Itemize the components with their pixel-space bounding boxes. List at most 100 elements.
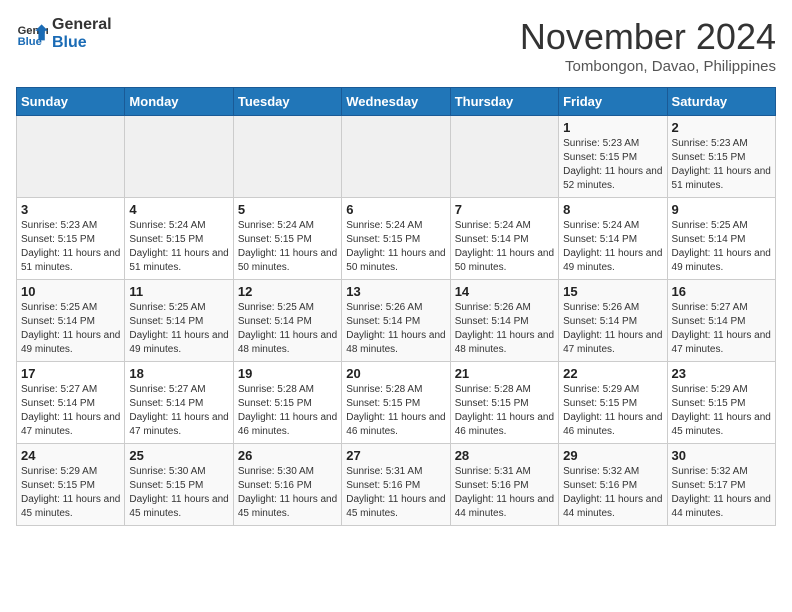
day-info: Sunrise: 5:28 AM Sunset: 5:15 PM Dayligh… [455, 383, 554, 439]
calendar-cell [17, 116, 125, 198]
calendar-cell: 5 Sunrise: 5:24 AM Sunset: 5:15 PM Daylig… [233, 198, 341, 280]
day-info: Sunrise: 5:31 AM Sunset: 5:16 PM Dayligh… [346, 465, 445, 521]
calendar-cell: 23Sunrise: 5:29 AM Sunset: 5:15 PM Dayli… [667, 362, 775, 444]
calendar-cell: 24Sunrise: 5:29 AM Sunset: 5:15 PM Dayli… [17, 444, 125, 526]
day-number: 18 [129, 366, 228, 381]
calendar-cell: 9 Sunrise: 5:25 AM Sunset: 5:14 PM Daylig… [667, 198, 775, 280]
day-number: 22 [563, 366, 662, 381]
day-number: 8 [563, 202, 662, 217]
day-info: Sunrise: 5:24 AM Sunset: 5:15 PM Dayligh… [238, 219, 337, 275]
calendar-cell: 7 Sunrise: 5:24 AM Sunset: 5:14 PM Daylig… [450, 198, 558, 280]
day-info: Sunrise: 5:28 AM Sunset: 5:15 PM Dayligh… [238, 383, 337, 439]
day-number: 21 [455, 366, 554, 381]
calendar-cell: 10 Sunrise: 5:25 AM Sunset: 5:14 PM Dayli… [17, 280, 125, 362]
calendar-table: SundayMondayTuesdayWednesdayThursdayFrid… [16, 87, 776, 526]
day-info: Sunrise: 5:26 AM Sunset: 5:14 PM Dayligh… [455, 301, 554, 357]
location-subtitle: Tombongon, Davao, Philippines [520, 58, 776, 75]
day-info: Sunrise: 5:32 AM Sunset: 5:17 PM Dayligh… [672, 465, 771, 521]
day-info: Sunrise: 5:25 AM Sunset: 5:14 PM Dayligh… [129, 301, 228, 357]
day-info: Sunrise: 5:26 AM Sunset: 5:14 PM Dayligh… [563, 301, 662, 357]
calendar-cell: 22 Sunrise: 5:29 AM Sunset: 5:15 PM Dayli… [559, 362, 667, 444]
calendar-header-row: SundayMondayTuesdayWednesdayThursdayFrid… [17, 88, 776, 116]
day-number: 26 [238, 448, 337, 463]
calendar-cell: 25 Sunrise: 5:30 AM Sunset: 5:15 PM Dayli… [125, 444, 233, 526]
calendar-cell: 13Sunrise: 5:26 AM Sunset: 5:14 PM Dayli… [342, 280, 450, 362]
day-number: 29 [563, 448, 662, 463]
day-info: Sunrise: 5:30 AM Sunset: 5:16 PM Dayligh… [238, 465, 337, 521]
day-info: Sunrise: 5:25 AM Sunset: 5:14 PM Dayligh… [21, 301, 120, 357]
day-number: 3 [21, 202, 120, 217]
calendar-cell: 2 Sunrise: 5:23 AM Sunset: 5:15 PM Daylig… [667, 116, 775, 198]
calendar-cell: 29 Sunrise: 5:32 AM Sunset: 5:16 PM Dayli… [559, 444, 667, 526]
day-number: 4 [129, 202, 228, 217]
calendar-week-row: 3 Sunrise: 5:23 AM Sunset: 5:15 PM Daylig… [17, 198, 776, 280]
calendar-cell [450, 116, 558, 198]
calendar-cell [233, 116, 341, 198]
day-info: Sunrise: 5:32 AM Sunset: 5:16 PM Dayligh… [563, 465, 662, 521]
calendar-cell: 26 Sunrise: 5:30 AM Sunset: 5:16 PM Dayli… [233, 444, 341, 526]
day-number: 2 [672, 120, 771, 135]
calendar-cell [125, 116, 233, 198]
calendar-week-row: 17Sunrise: 5:27 AM Sunset: 5:14 PM Dayli… [17, 362, 776, 444]
day-number: 15 [563, 284, 662, 299]
calendar-cell: 20 Sunrise: 5:28 AM Sunset: 5:15 PM Dayli… [342, 362, 450, 444]
day-number: 25 [129, 448, 228, 463]
calendar-cell: 27Sunrise: 5:31 AM Sunset: 5:16 PM Dayli… [342, 444, 450, 526]
day-info: Sunrise: 5:28 AM Sunset: 5:15 PM Dayligh… [346, 383, 445, 439]
day-number: 13 [346, 284, 445, 299]
day-number: 1 [563, 120, 662, 135]
day-number: 19 [238, 366, 337, 381]
day-number: 10 [21, 284, 120, 299]
day-number: 5 [238, 202, 337, 217]
day-number: 6 [346, 202, 445, 217]
day-number: 30 [672, 448, 771, 463]
day-number: 17 [21, 366, 120, 381]
calendar-cell: 19 Sunrise: 5:28 AM Sunset: 5:15 PM Dayli… [233, 362, 341, 444]
logo: General Blue General Blue [16, 16, 112, 51]
weekday-header-monday: Monday [125, 88, 233, 116]
calendar-cell: 3 Sunrise: 5:23 AM Sunset: 5:15 PM Daylig… [17, 198, 125, 280]
day-info: Sunrise: 5:23 AM Sunset: 5:15 PM Dayligh… [563, 137, 662, 193]
day-info: Sunrise: 5:29 AM Sunset: 5:15 PM Dayligh… [563, 383, 662, 439]
day-number: 9 [672, 202, 771, 217]
calendar-cell: 8 Sunrise: 5:24 AM Sunset: 5:14 PM Daylig… [559, 198, 667, 280]
day-info: Sunrise: 5:30 AM Sunset: 5:15 PM Dayligh… [129, 465, 228, 521]
weekday-header-friday: Friday [559, 88, 667, 116]
day-number: 14 [455, 284, 554, 299]
calendar-cell: 15 Sunrise: 5:26 AM Sunset: 5:14 PM Dayli… [559, 280, 667, 362]
calendar-cell: 12 Sunrise: 5:25 AM Sunset: 5:14 PM Dayli… [233, 280, 341, 362]
calendar-cell: 1 Sunrise: 5:23 AM Sunset: 5:15 PM Daylig… [559, 116, 667, 198]
day-info: Sunrise: 5:27 AM Sunset: 5:14 PM Dayligh… [672, 301, 771, 357]
day-info: Sunrise: 5:24 AM Sunset: 5:14 PM Dayligh… [455, 219, 554, 275]
day-info: Sunrise: 5:29 AM Sunset: 5:15 PM Dayligh… [21, 465, 120, 521]
day-number: 16 [672, 284, 771, 299]
day-info: Sunrise: 5:24 AM Sunset: 5:14 PM Dayligh… [563, 219, 662, 275]
weekday-header-saturday: Saturday [667, 88, 775, 116]
day-number: 12 [238, 284, 337, 299]
day-info: Sunrise: 5:24 AM Sunset: 5:15 PM Dayligh… [129, 219, 228, 275]
day-info: Sunrise: 5:23 AM Sunset: 5:15 PM Dayligh… [672, 137, 771, 193]
day-number: 28 [455, 448, 554, 463]
weekday-header-thursday: Thursday [450, 88, 558, 116]
calendar-week-row: 1 Sunrise: 5:23 AM Sunset: 5:15 PM Daylig… [17, 116, 776, 198]
calendar-cell: 21 Sunrise: 5:28 AM Sunset: 5:15 PM Dayli… [450, 362, 558, 444]
day-info: Sunrise: 5:23 AM Sunset: 5:15 PM Dayligh… [21, 219, 120, 275]
logo-icon: General Blue [16, 18, 48, 50]
weekday-header-tuesday: Tuesday [233, 88, 341, 116]
day-number: 20 [346, 366, 445, 381]
calendar-cell: 28 Sunrise: 5:31 AM Sunset: 5:16 PM Dayli… [450, 444, 558, 526]
calendar-cell: 6Sunrise: 5:24 AM Sunset: 5:15 PM Daylig… [342, 198, 450, 280]
day-number: 23 [672, 366, 771, 381]
day-info: Sunrise: 5:25 AM Sunset: 5:14 PM Dayligh… [672, 219, 771, 275]
weekday-header-sunday: Sunday [17, 88, 125, 116]
logo-text-general: General [52, 16, 112, 34]
calendar-cell: 17Sunrise: 5:27 AM Sunset: 5:14 PM Dayli… [17, 362, 125, 444]
calendar-cell [342, 116, 450, 198]
day-info: Sunrise: 5:31 AM Sunset: 5:16 PM Dayligh… [455, 465, 554, 521]
page-header: General Blue General Blue November 2024 … [16, 16, 776, 75]
calendar-cell: 18Sunrise: 5:27 AM Sunset: 5:14 PM Dayli… [125, 362, 233, 444]
day-number: 7 [455, 202, 554, 217]
calendar-cell: 16 Sunrise: 5:27 AM Sunset: 5:14 PM Dayli… [667, 280, 775, 362]
day-info: Sunrise: 5:25 AM Sunset: 5:14 PM Dayligh… [238, 301, 337, 357]
calendar-cell: 11Sunrise: 5:25 AM Sunset: 5:14 PM Dayli… [125, 280, 233, 362]
